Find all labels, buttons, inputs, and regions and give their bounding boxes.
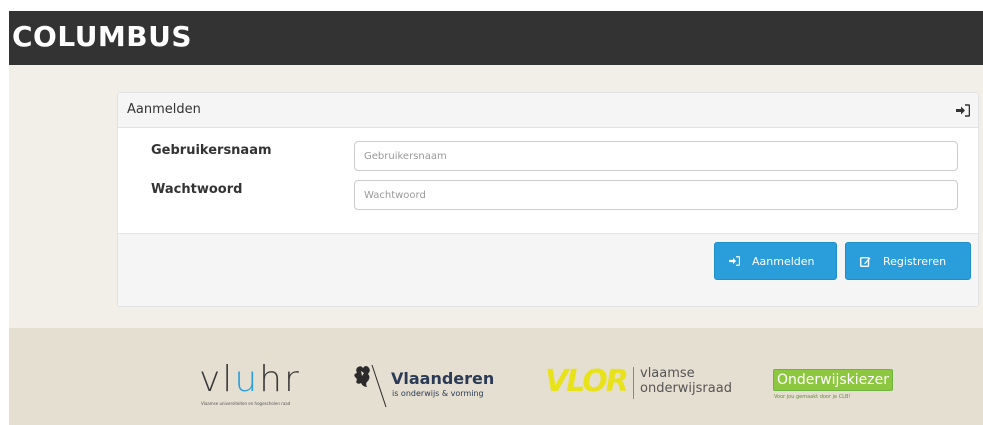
register-button[interactable]: Registreren bbox=[845, 242, 971, 280]
app-frame: COLUMBUS Aanmelden Gebruikersnaam Wachtw… bbox=[9, 11, 983, 425]
vlor-logo[interactable]: VLOR vlaamse onderwijsraad bbox=[545, 363, 745, 403]
top-navbar: COLUMBUS bbox=[9, 11, 983, 65]
footer: vluhr Vlaamse universiteiten en hogescho… bbox=[9, 328, 983, 425]
login-button[interactable]: Aanmelden bbox=[714, 242, 837, 280]
password-label: Wachtwoord bbox=[151, 182, 243, 197]
vlor-line1: vlaamse bbox=[640, 366, 695, 381]
vluhr-tagline: Vlaamse universiteiten en hogescholen ra… bbox=[201, 401, 291, 406]
vlaanderen-logo[interactable]: Vlaanderen is onderwijs & vorming bbox=[349, 361, 509, 411]
login-panel-title: Aanmelden bbox=[127, 102, 201, 117]
onderwijskiezer-logo[interactable]: Onderwijskiezer Voor jou gemaakt door je… bbox=[773, 365, 913, 405]
login-panel-header: Aanmelden bbox=[118, 93, 978, 128]
vlaanderen-title: Vlaanderen bbox=[391, 369, 495, 388]
onderwijskiezer-tagline: Voor jou gemaakt door je CLB! bbox=[774, 394, 851, 400]
brand-logo[interactable]: COLUMBUS bbox=[12, 20, 192, 54]
onderwijskiezer-title: Onderwijskiezer bbox=[773, 369, 893, 391]
password-input[interactable] bbox=[354, 180, 958, 210]
sign-in-icon bbox=[956, 104, 970, 117]
edit-icon bbox=[860, 256, 871, 267]
vluhr-logo[interactable]: vluhr Vlaamse universiteiten en hogescho… bbox=[199, 361, 319, 407]
login-panel: Aanmelden Gebruikersnaam Wachtwoord Aanm… bbox=[117, 92, 979, 307]
username-input[interactable] bbox=[354, 141, 958, 171]
vlor-line2: onderwijsraad bbox=[640, 381, 732, 396]
login-button-label: Aanmelden bbox=[752, 254, 815, 268]
login-panel-footer: Aanmelden Registreren bbox=[118, 233, 978, 306]
flemish-lion-icon bbox=[354, 364, 387, 408]
register-button-label: Registreren bbox=[883, 254, 947, 268]
vlor-mark: VLOR bbox=[545, 364, 629, 399]
username-label: Gebruikersnaam bbox=[151, 143, 272, 158]
vlaanderen-subtitle: is onderwijs & vorming bbox=[392, 389, 484, 398]
sign-in-icon bbox=[729, 256, 740, 266]
main-content: Aanmelden Gebruikersnaam Wachtwoord Aanm… bbox=[9, 65, 983, 328]
